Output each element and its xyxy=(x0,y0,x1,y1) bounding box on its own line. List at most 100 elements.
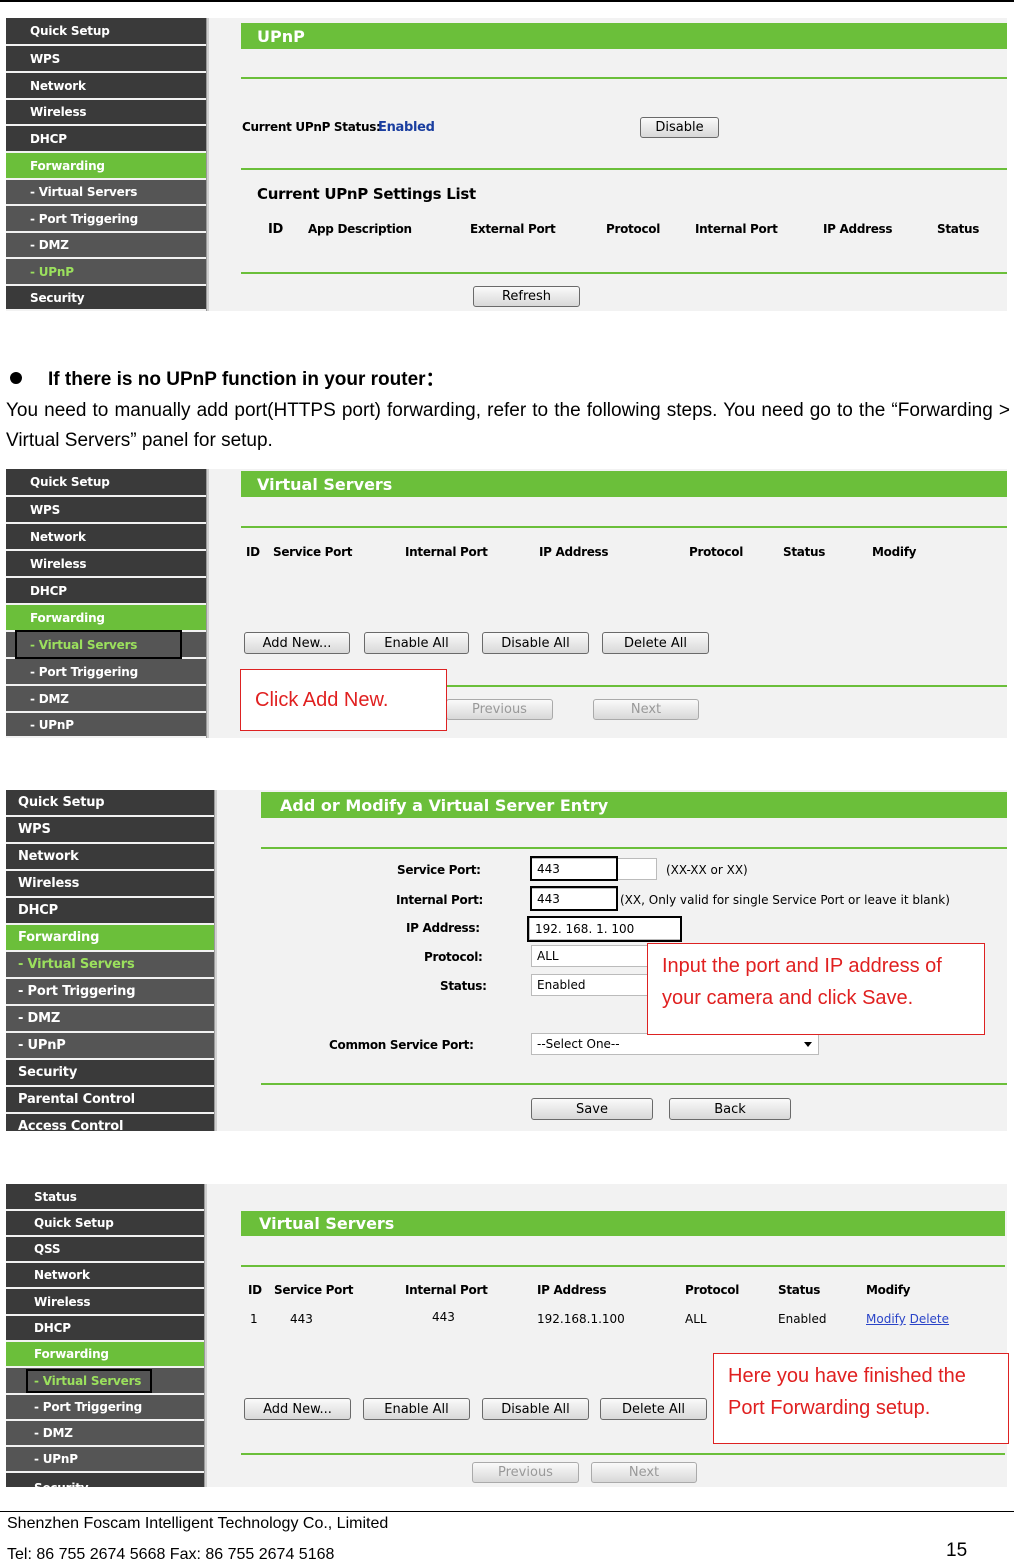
menu-item-forwarding[interactable]: Forwarding xyxy=(6,1342,204,1368)
vs-col-modify: Modify xyxy=(872,545,917,559)
next-button[interactable]: Next xyxy=(591,1462,697,1483)
back-button[interactable]: Back xyxy=(669,1098,791,1120)
menu-item-wps[interactable]: WPS xyxy=(6,497,206,524)
menu-item-dhcp[interactable]: DHCP xyxy=(6,578,206,605)
bullet-text: If there is no UPnP function in your rou… xyxy=(48,369,445,390)
menu-item-status[interactable]: Status xyxy=(6,1184,204,1211)
click-add-new-callout: Click Add New. xyxy=(240,669,447,731)
menu-item-wps[interactable]: WPS xyxy=(6,46,206,73)
menu-item-quick-setup[interactable]: Quick Setup xyxy=(6,18,206,46)
menu-item-quick-setup[interactable]: Quick Setup xyxy=(6,469,206,497)
menu-item-network[interactable]: Network xyxy=(6,844,214,871)
previous-button[interactable]: Previous xyxy=(446,699,553,720)
menu-item-upnp[interactable]: - UPnP xyxy=(6,1447,204,1473)
delete-all-button[interactable]: Delete All xyxy=(602,632,709,654)
service-port-highlight xyxy=(530,856,618,881)
menu-item-forwarding[interactable]: Forwarding xyxy=(6,925,214,952)
menu-item-security[interactable]: Security xyxy=(6,1060,214,1087)
vs-col-protocol: Protocol xyxy=(689,545,744,559)
menu-divider xyxy=(206,469,209,738)
disable-all-button[interactable]: Disable All xyxy=(482,632,589,654)
delete-link[interactable]: Delete xyxy=(910,1312,949,1326)
menu-item-wireless[interactable]: Wireless xyxy=(6,871,214,898)
menu-item-port-triggering[interactable]: - Port Triggering xyxy=(6,1395,204,1421)
menu-item-upnp[interactable]: - UPnP xyxy=(6,713,206,738)
row-service-port: 443 xyxy=(290,1312,313,1326)
menu-item-dmz[interactable]: - DMZ xyxy=(6,233,206,259)
menu-item-wps[interactable]: WPS xyxy=(6,817,214,844)
menu-item-access-control[interactable]: Access Control xyxy=(6,1114,214,1131)
menu-divider xyxy=(204,1184,207,1487)
row-modify-links: Modify Delete xyxy=(866,1312,949,1326)
modify-link[interactable]: Modify xyxy=(866,1312,906,1326)
refresh-button[interactable]: Refresh xyxy=(473,286,580,307)
upnp-status-label: Current UPnP Status: xyxy=(242,120,381,134)
menu-item-forwarding[interactable]: Forwarding xyxy=(6,153,206,180)
menu-item-wireless[interactable]: Wireless xyxy=(6,551,206,578)
menu-item-network[interactable]: Network xyxy=(6,1263,204,1289)
input-port-callout: Input the port and IP address of your ca… xyxy=(647,943,985,1035)
vs-col-service-port: Service Port xyxy=(273,545,353,559)
top-rule xyxy=(0,0,1014,2)
menu-item-dmz[interactable]: - DMZ xyxy=(6,1421,204,1447)
menu-item-qss[interactable]: QSS xyxy=(6,1237,204,1263)
vs-col-status: Status xyxy=(783,545,826,559)
service-port-hint: (XX-XX or XX) xyxy=(666,863,748,877)
vs-col-internal-port: Internal Port xyxy=(405,545,488,559)
menu-item-virtual-servers[interactable]: - Virtual Servers xyxy=(6,180,206,206)
disable-button[interactable]: Disable xyxy=(640,117,719,138)
final-col-status: Status xyxy=(778,1283,821,1297)
menu-item-dhcp[interactable]: DHCP xyxy=(6,126,206,153)
menu-item-wireless[interactable]: Wireless xyxy=(6,1289,204,1316)
menu-item-wireless[interactable]: Wireless xyxy=(6,100,206,126)
menu-item-network[interactable]: Network xyxy=(6,73,206,100)
add-new-button[interactable]: Add New... xyxy=(244,632,350,654)
menu-item-security[interactable]: Security xyxy=(6,286,206,311)
upnp-col-internal: Internal Port xyxy=(695,222,778,236)
vs-rule-top xyxy=(241,526,1007,528)
menu-item-dhcp[interactable]: DHCP xyxy=(6,898,214,925)
menu-item-quick-setup[interactable]: Quick Setup xyxy=(6,1211,204,1237)
menu-item-virtual-servers[interactable]: - Virtual Servers xyxy=(6,952,214,979)
delete-all-button[interactable]: Delete All xyxy=(600,1398,707,1420)
upnp-content: UPnP Current UPnP Status: Enabled Disabl… xyxy=(210,18,1007,311)
internal-port-hint: (XX, Only valid for single Service Port … xyxy=(620,893,950,907)
status-select[interactable]: Enabled xyxy=(531,974,657,996)
menu-item-dmz[interactable]: - DMZ xyxy=(6,686,206,713)
menu-item-dmz[interactable]: - DMZ xyxy=(6,1006,214,1033)
menu-item-upnp[interactable]: - UPnP xyxy=(6,1033,214,1060)
menu-item-port-triggering[interactable]: - Port Triggering xyxy=(6,979,214,1006)
menu-item-port-triggering[interactable]: - Port Triggering xyxy=(6,659,206,686)
menu-item-forwarding[interactable]: Forwarding xyxy=(6,605,206,632)
final-menu: Status Quick Setup QSS Network Wireless … xyxy=(6,1184,204,1487)
menu-item-network[interactable]: Network xyxy=(6,524,206,551)
menu-item-dhcp[interactable]: DHCP xyxy=(6,1316,204,1342)
enable-all-button[interactable]: Enable All xyxy=(364,632,469,654)
protocol-select[interactable]: ALL xyxy=(531,945,657,967)
common-service-port-select[interactable]: --Select One-- xyxy=(531,1033,819,1055)
next-button[interactable]: Next xyxy=(593,699,699,720)
add-new-button[interactable]: Add New... xyxy=(244,1398,351,1420)
menu-item-parental-control[interactable]: Parental Control xyxy=(6,1087,214,1114)
upnp-col-id: ID xyxy=(268,222,284,237)
disable-all-button[interactable]: Disable All xyxy=(482,1398,589,1420)
menu-item-quick-setup[interactable]: Quick Setup xyxy=(6,790,214,817)
final-title-bar: Virtual Servers xyxy=(241,1211,1005,1236)
final-rule-bottom xyxy=(241,1453,1005,1455)
menu-divider xyxy=(206,18,209,311)
menu-item-upnp[interactable]: - UPnP xyxy=(6,259,206,286)
save-button[interactable]: Save xyxy=(531,1098,653,1120)
footer-contact: Tel: 86 755 2674 5668 Fax: 86 755 2674 5… xyxy=(7,1546,335,1562)
previous-button[interactable]: Previous xyxy=(472,1462,579,1483)
upnp-col-external: External Port xyxy=(470,222,556,236)
menu-item-security[interactable]: Security xyxy=(6,1473,204,1487)
row-ip: 192.168.1.100 xyxy=(537,1312,625,1326)
page-number: 15 xyxy=(946,1540,968,1561)
add-title-bar: Add or Modify a Virtual Server Entry xyxy=(261,792,1007,818)
final-col-ip: IP Address xyxy=(537,1283,607,1297)
enable-all-button[interactable]: Enable All xyxy=(363,1398,470,1420)
common-service-port-label: Common Service Port: xyxy=(329,1038,474,1052)
menu-item-port-triggering[interactable]: - Port Triggering xyxy=(6,206,206,233)
upnp-col-ip: IP Address xyxy=(823,222,893,236)
final-col-protocol: Protocol xyxy=(685,1283,740,1297)
